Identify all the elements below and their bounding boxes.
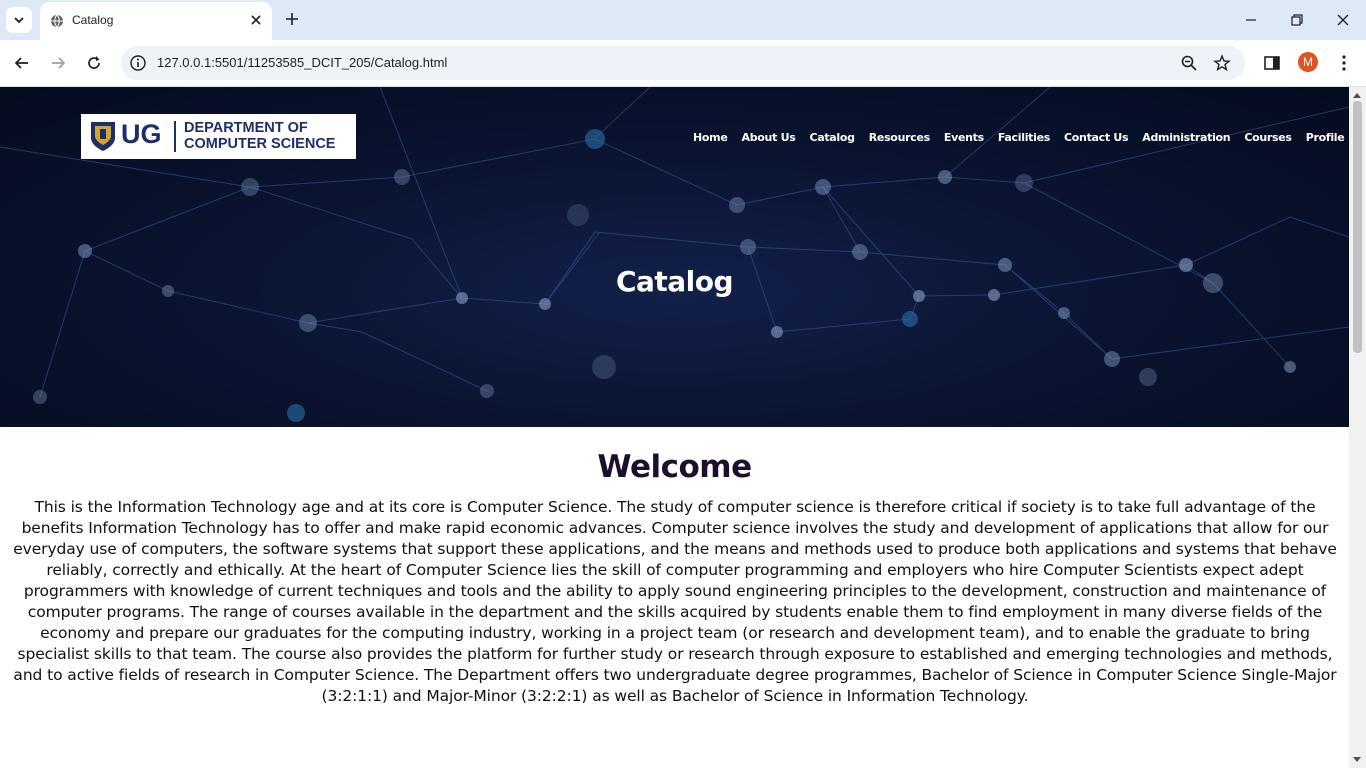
welcome-heading: Welcome (597, 449, 752, 485)
hero-title: Catalog (615, 265, 734, 298)
browser-toolbar: 127.0.0.1:5501/11253585_DCIT_205/Catalog… (0, 40, 1366, 87)
active-tab[interactable]: Catalog (40, 2, 272, 40)
new-tab-icon[interactable] (283, 10, 301, 28)
site-info-icon[interactable] (129, 54, 147, 72)
logo-abbrev: UG (121, 119, 162, 149)
nav-about-us[interactable]: About Us (742, 131, 796, 144)
profile-avatar[interactable]: M (1298, 52, 1318, 72)
logo-dept-text: DEPARTMENT OF COMPUTER SCIENCE (184, 120, 335, 152)
window-close-icon[interactable] (1333, 10, 1353, 30)
bookmark-star-icon[interactable] (1213, 54, 1231, 72)
tab-strip: Catalog (0, 0, 1366, 40)
nav-catalog[interactable]: Catalog (809, 131, 855, 144)
url-text: 127.0.0.1:5501/11253585_DCIT_205/Catalog… (157, 55, 448, 70)
reload-icon[interactable] (84, 53, 104, 73)
main-navigation: Home About Us Catalog Resources Events F… (693, 131, 1349, 144)
side-panel-icon[interactable] (1262, 53, 1282, 73)
hero-banner: UG DEPARTMENT OF COMPUTER SCIENCE Home A… (0, 87, 1349, 427)
minimize-icon[interactable] (1241, 10, 1261, 30)
tab-search-button[interactable] (6, 7, 32, 33)
restore-icon[interactable] (1287, 10, 1307, 30)
ug-department-logo[interactable]: UG DEPARTMENT OF COMPUTER SCIENCE (81, 114, 356, 159)
intro-paragraph: This is the Information Technology age a… (13, 498, 1337, 705)
nav-resources[interactable]: Resources (869, 131, 930, 144)
address-bar[interactable]: 127.0.0.1:5501/11253585_DCIT_205/Catalog… (121, 46, 1245, 80)
scroll-thumb[interactable] (1353, 101, 1362, 353)
nav-contact-us[interactable]: Contact Us (1064, 131, 1129, 144)
close-icon[interactable] (248, 12, 264, 28)
nav-profile[interactable]: Profile (1306, 131, 1345, 144)
university-crest-icon (91, 122, 115, 151)
nav-courses[interactable]: Courses (1244, 131, 1292, 144)
nav-administration[interactable]: Administration (1142, 131, 1230, 144)
chevron-down-icon (14, 17, 24, 24)
scroll-down-arrow-icon[interactable] (1353, 757, 1361, 762)
nav-events[interactable]: Events (944, 131, 984, 144)
web-page: UG DEPARTMENT OF COMPUTER SCIENCE Home A… (0, 87, 1349, 768)
zoom-icon[interactable] (1180, 54, 1198, 72)
globe-icon (51, 14, 63, 28)
menu-dots-icon[interactable] (1334, 53, 1354, 73)
tab-title: Catalog (72, 13, 114, 27)
logo-divider (174, 121, 176, 152)
back-arrow-icon[interactable] (12, 53, 32, 73)
page-scrollbar[interactable] (1349, 87, 1366, 768)
scroll-up-arrow-icon[interactable] (1353, 93, 1361, 98)
logo-dept-line1: DEPARTMENT OF (184, 120, 308, 136)
forward-arrow-icon[interactable] (48, 53, 68, 73)
logo-dept-line2: COMPUTER SCIENCE (184, 136, 336, 152)
nav-facilities[interactable]: Facilities (998, 131, 1050, 144)
nav-home[interactable]: Home (693, 131, 728, 144)
